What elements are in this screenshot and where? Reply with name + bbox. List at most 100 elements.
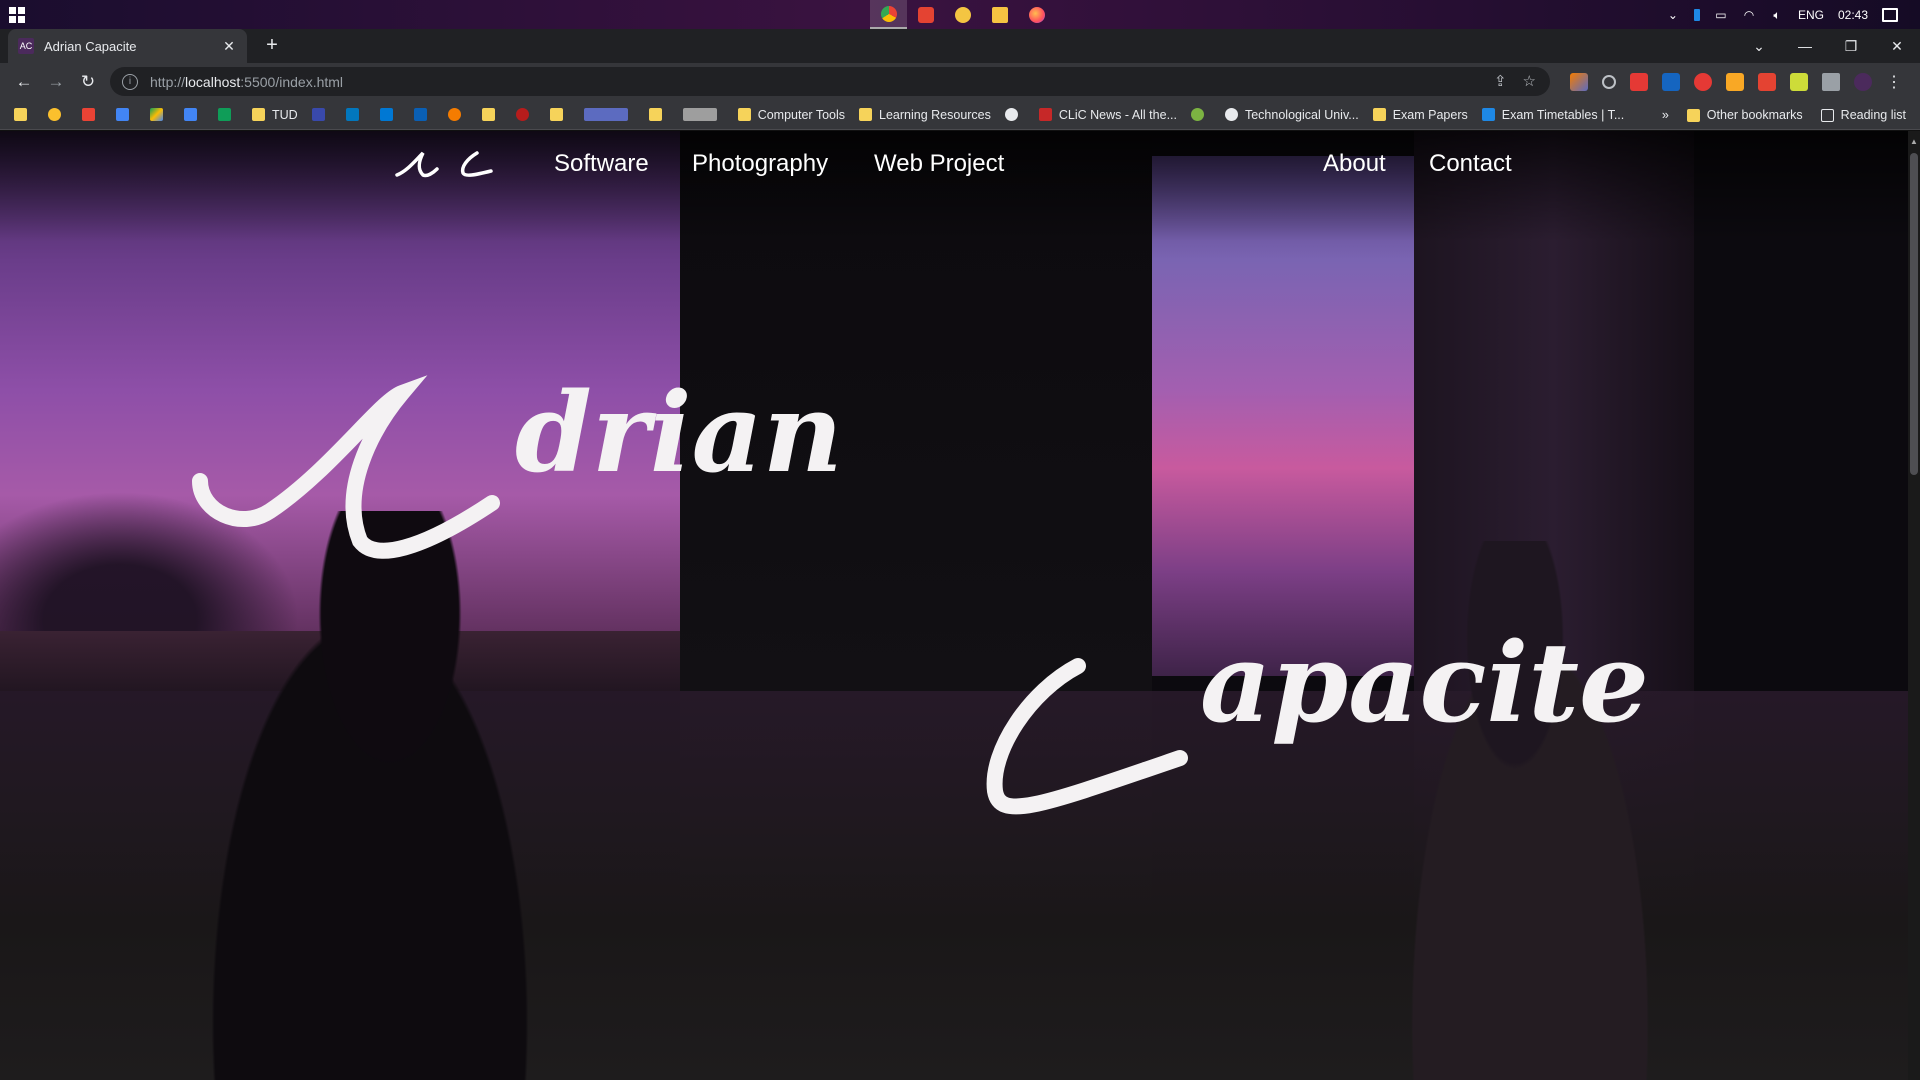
profile-avatar-icon[interactable] <box>1854 73 1872 91</box>
window-controls: ⌄ — ❐ ✕ <box>1736 29 1920 63</box>
bookmark-folder[interactable] <box>14 108 34 121</box>
firefox-taskbar-icon[interactable] <box>1018 0 1055 29</box>
extension-icon[interactable] <box>1570 73 1588 91</box>
docs-bookmark[interactable] <box>184 108 204 121</box>
notifications-icon[interactable] <box>1882 7 1898 22</box>
bookmark-star-icon[interactable]: ☆ <box>1523 72 1536 90</box>
bookmark-clic-news[interactable]: CLiC News - All the... <box>1038 107 1177 122</box>
battery-icon[interactable]: ▭ <box>1714 9 1728 21</box>
browser-toolbar: ← → ↻ i http://localhost:5500/index.html… <box>0 63 1920 100</box>
bookmark-exam-timetables[interactable]: Exam Timetables | T... <box>1481 108 1624 122</box>
bookmark-label: Exam Papers <box>1392 107 1468 122</box>
bookmark-folder[interactable] <box>549 108 570 121</box>
signature-c-stroke <box>986 658 1188 815</box>
power-icon[interactable] <box>1602 75 1616 89</box>
bookmark-site[interactable] <box>447 108 468 121</box>
bookmark-label: TUD <box>272 107 298 122</box>
hero-first-name-text: drian <box>515 368 843 497</box>
hero-last-name-text: apacite <box>1200 618 1649 747</box>
todoist-taskbar-icon[interactable] <box>907 0 944 29</box>
bookmark-site[interactable] <box>1190 108 1211 121</box>
globe-bookmark[interactable] <box>1004 108 1025 121</box>
more-bookmarks-icon[interactable]: » <box>1662 108 1669 122</box>
app-taskbar-icon[interactable] <box>944 0 981 29</box>
windows-taskbar: ⌄ ▭ ◠ 🔈︎ ENG 02:43 <box>0 0 1920 29</box>
scroll-up-icon[interactable]: ▲ <box>1910 137 1918 146</box>
page-scrollbar[interactable]: ▲ <box>1908 131 1920 1080</box>
bookmark-technological-univ[interactable]: Technological Univ... <box>1224 107 1359 122</box>
bookmark-label: CLiC News - All the... <box>1058 107 1177 122</box>
bookmark-site[interactable] <box>682 108 724 121</box>
bookmark-label: Technological Univ... <box>1244 107 1359 122</box>
todoist-icon[interactable] <box>1758 73 1776 91</box>
language-indicator[interactable]: ENG <box>1798 8 1824 22</box>
clock[interactable]: 02:43 <box>1838 8 1868 22</box>
hero-signature: drian apacite <box>192 368 1649 815</box>
outlook-bookmark[interactable] <box>413 108 434 121</box>
reload-icon[interactable]: ↻ <box>72 72 104 92</box>
url-host: localhost <box>185 73 241 90</box>
chevron-up-icon[interactable]: ⌄ <box>1666 9 1680 21</box>
bookmark-folder[interactable] <box>648 108 669 121</box>
bookmarks-bar-right: » Other bookmarks Reading list <box>1662 100 1906 130</box>
scrollbar-thumb[interactable] <box>1910 153 1918 475</box>
reading-list[interactable]: Reading list <box>1820 108 1906 122</box>
other-bookmarks-label: Other bookmarks <box>1706 108 1803 122</box>
new-tab-button[interactable]: + <box>260 34 284 57</box>
bookmark-label: Learning Resources <box>879 107 991 122</box>
bookmark-star[interactable] <box>48 108 68 121</box>
bookmark-site[interactable] <box>515 108 536 121</box>
bookmark-site[interactable] <box>345 108 366 121</box>
puzzle-icon[interactable] <box>1822 73 1840 91</box>
bookmark-site[interactable] <box>311 108 332 121</box>
tab-strip: AC Adrian Capacite ✕ + ⌄ — ❐ ✕ <box>0 29 1920 63</box>
bookmark-computer-tools[interactable]: Computer Tools <box>737 107 846 122</box>
url-scheme: http:// <box>150 73 186 90</box>
adblock-icon[interactable] <box>1694 73 1712 91</box>
site-favicon-icon: AC <box>18 38 34 54</box>
reading-list-label: Reading list <box>1840 108 1906 122</box>
page-viewport: Software Photography Web Project About C… <box>0 131 1920 1080</box>
calendar-bookmark[interactable] <box>116 108 136 121</box>
bookmark-folder[interactable] <box>481 108 502 121</box>
bookmark-learning-resources[interactable]: Learning Resources <box>859 108 991 122</box>
signature-a-stroke <box>192 375 500 559</box>
extension-icon[interactable] <box>1790 73 1808 91</box>
bookmarks-bar: TUD Computer Tools Learning Resources CL… <box>0 100 1920 130</box>
other-bookmarks[interactable]: Other bookmarks <box>1686 108 1803 122</box>
extension-icon[interactable] <box>1630 73 1648 91</box>
bookmark-exam-papers[interactable]: Exam Papers <box>1372 107 1468 122</box>
share-icon[interactable]: ⇪ <box>1494 72 1507 90</box>
restore-button[interactable]: ❐ <box>1828 29 1874 63</box>
minimize-button[interactable]: — <box>1782 29 1828 63</box>
back-icon[interactable]: ← <box>8 72 40 92</box>
chrome-taskbar-icon[interactable] <box>870 0 907 29</box>
sheets-bookmark[interactable] <box>218 108 238 121</box>
close-window-button[interactable]: ✕ <box>1874 29 1920 63</box>
gmail-bookmark[interactable] <box>82 108 102 121</box>
extension-icon[interactable] <box>1662 73 1680 91</box>
bookmark-label: Computer Tools <box>757 107 846 122</box>
wifi-icon[interactable]: ◠ <box>1742 9 1756 21</box>
tab-title: Adrian Capacite <box>44 38 137 54</box>
drive-bookmark[interactable] <box>150 108 170 121</box>
system-tray: ⌄ ▭ ◠ 🔈︎ ENG 02:43 <box>1666 0 1920 29</box>
bookmark-tud[interactable]: TUD <box>252 108 298 122</box>
tab-adrian-capacite[interactable]: AC Adrian Capacite ✕ <box>8 29 247 63</box>
file-explorer-taskbar-icon[interactable] <box>981 0 1018 29</box>
site-info-icon[interactable]: i <box>122 73 138 90</box>
bluetooth-icon[interactable] <box>1693 8 1700 21</box>
forward-icon[interactable]: → <box>40 72 72 92</box>
outlook-bookmark[interactable] <box>379 108 400 121</box>
extension-icon[interactable] <box>1726 73 1744 91</box>
url-path: :5500/index.html <box>240 73 344 90</box>
volume-icon[interactable]: 🔈︎ <box>1770 9 1784 21</box>
address-bar[interactable]: i http://localhost:5500/index.html ⇪ ☆ <box>110 67 1550 96</box>
close-tab-icon[interactable]: ✕ <box>221 38 237 55</box>
taskbar-apps <box>870 0 1055 29</box>
extensions-row: ⋮ <box>1570 72 1902 92</box>
bookmark-site[interactable] <box>583 108 635 121</box>
tab-search-icon[interactable]: ⌄ <box>1736 29 1782 63</box>
windows-start-icon[interactable] <box>9 7 25 23</box>
menu-icon[interactable]: ⋮ <box>1886 72 1902 92</box>
